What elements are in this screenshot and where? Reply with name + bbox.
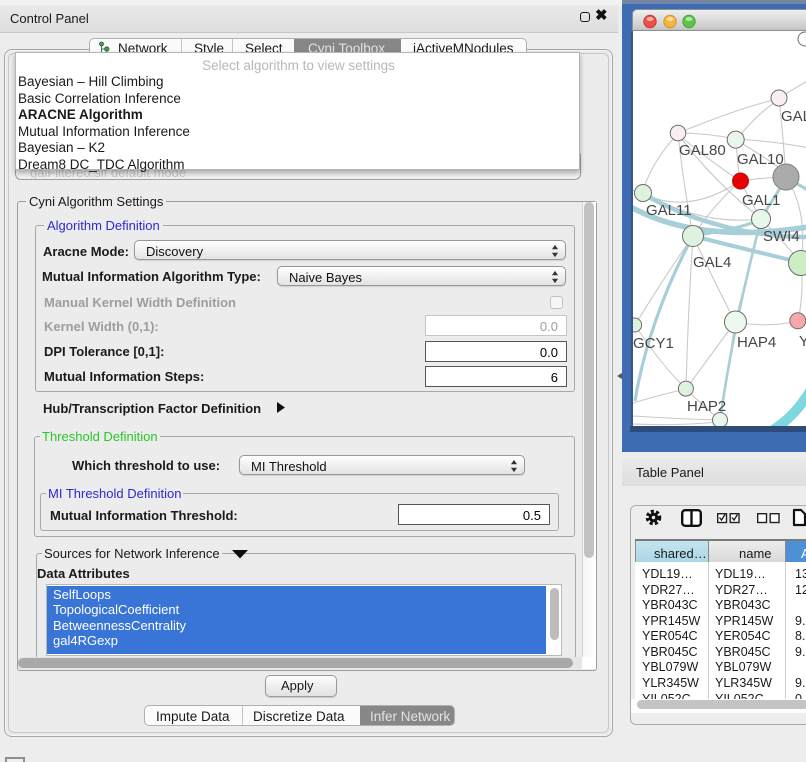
svg-text:YM: YM [799,333,806,350]
svg-text:GCY1: GCY1 [633,335,674,352]
svg-text:GAL1: GAL1 [742,192,780,209]
svg-text:HAP2: HAP2 [687,398,726,415]
svg-text:SWI4: SWI4 [763,228,800,245]
svg-text:HAP4: HAP4 [737,334,776,351]
svg-text:GAL8: GAL8 [781,108,806,125]
svg-text:GAL10: GAL10 [737,151,784,168]
svg-text:GAL80: GAL80 [679,142,726,159]
svg-text:GAL11: GAL11 [646,202,692,219]
svg-text:GAL4: GAL4 [693,254,731,271]
